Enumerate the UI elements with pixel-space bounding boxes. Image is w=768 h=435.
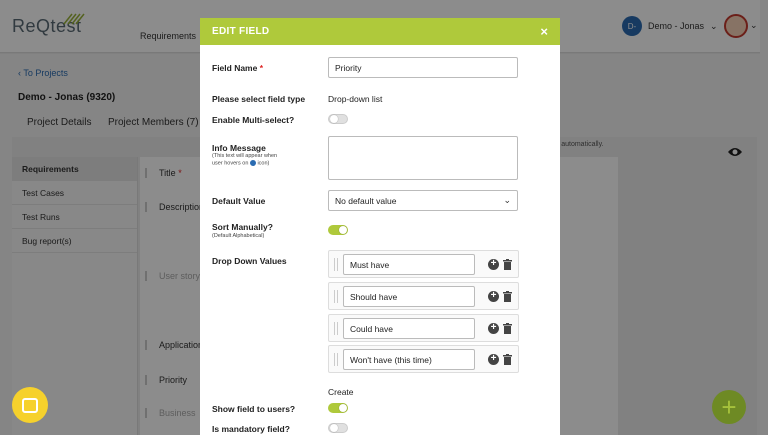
chat-button[interactable] <box>12 387 48 423</box>
trash-icon[interactable] <box>503 259 512 270</box>
toggle-knob <box>330 424 338 432</box>
plus-circle-icon[interactable]: + <box>488 354 499 365</box>
field-name-label: Field Name * <box>212 63 263 73</box>
show-field-toggle[interactable] <box>328 403 348 413</box>
field-name-label-text: Field Name <box>212 63 258 73</box>
chevron-down-icon: ⌄ <box>503 195 511 205</box>
edit-field-modal: EDIT FIELD × Field Name * Priority Pleas… <box>200 18 560 435</box>
drag-handle-icon[interactable] <box>334 353 338 366</box>
trash-icon[interactable] <box>503 354 512 365</box>
mandatory-label: Is mandatory field? <box>212 424 290 434</box>
info-message-textarea[interactable] <box>328 136 518 180</box>
mandatory-toggle[interactable] <box>328 423 348 433</box>
default-value-label: Default Value <box>212 196 266 206</box>
field-type-value: Drop-down list <box>328 94 383 104</box>
info-message-hint: (This text will appear when user hovers … <box>212 153 302 167</box>
plus-circle-icon[interactable]: + <box>488 323 499 334</box>
info-message-label: Info Message <box>212 143 266 153</box>
modal-header: EDIT FIELD × <box>200 18 560 45</box>
field-name-input[interactable]: Priority <box>328 57 518 78</box>
chat-icon <box>22 397 38 413</box>
plus-circle-icon[interactable]: + <box>488 259 499 270</box>
required-marker: * <box>259 63 264 73</box>
add-fab-button[interactable]: + <box>712 390 746 424</box>
plus-circle-icon[interactable]: + <box>488 291 499 302</box>
info-icon <box>249 160 256 166</box>
info-hint-line-2: user hovers on <box>212 160 249 167</box>
sort-manually-toggle[interactable] <box>328 225 348 235</box>
multi-select-toggle[interactable] <box>328 114 348 124</box>
multi-select-label: Enable Multi-select? <box>212 115 295 125</box>
close-icon[interactable]: × <box>540 24 548 39</box>
sort-manually-label: Sort Manually? <box>212 222 273 232</box>
drop-down-value-input[interactable]: Won't have (this time) <box>343 349 475 370</box>
drop-down-value-row: Must have + <box>328 250 519 278</box>
show-field-label: Show field to users? <box>212 404 296 414</box>
drag-handle-icon[interactable] <box>334 290 338 303</box>
field-type-label: Please select field type <box>212 94 306 104</box>
create-value-link[interactable]: Create <box>328 387 354 397</box>
trash-icon[interactable] <box>503 323 512 334</box>
toggle-knob <box>330 115 338 123</box>
drop-down-value-input[interactable]: Must have <box>343 254 475 275</box>
toggle-knob <box>339 404 347 412</box>
modal-title: EDIT FIELD <box>212 26 270 37</box>
info-hint-line-3: icon) <box>257 160 270 167</box>
drop-down-values-label: Drop Down Values <box>212 256 287 266</box>
toggle-knob <box>339 226 347 234</box>
drop-down-value-input[interactable]: Could have <box>343 318 475 339</box>
default-value-select[interactable]: No default value ⌄ <box>328 190 518 211</box>
trash-icon[interactable] <box>503 291 512 302</box>
drop-down-value-input[interactable]: Should have <box>343 286 475 307</box>
drop-down-value-row: Should have + <box>328 282 519 310</box>
drag-handle-icon[interactable] <box>334 322 338 335</box>
drop-down-value-row: Could have + <box>328 314 519 342</box>
drop-down-value-row: Won't have (this time) + <box>328 345 519 373</box>
drag-handle-icon[interactable] <box>334 258 338 271</box>
info-hint-line-1: (This text will appear when <box>212 153 278 159</box>
default-value-selected: No default value <box>335 196 397 206</box>
sort-manually-hint: (Default Alphabetical) <box>212 233 265 239</box>
